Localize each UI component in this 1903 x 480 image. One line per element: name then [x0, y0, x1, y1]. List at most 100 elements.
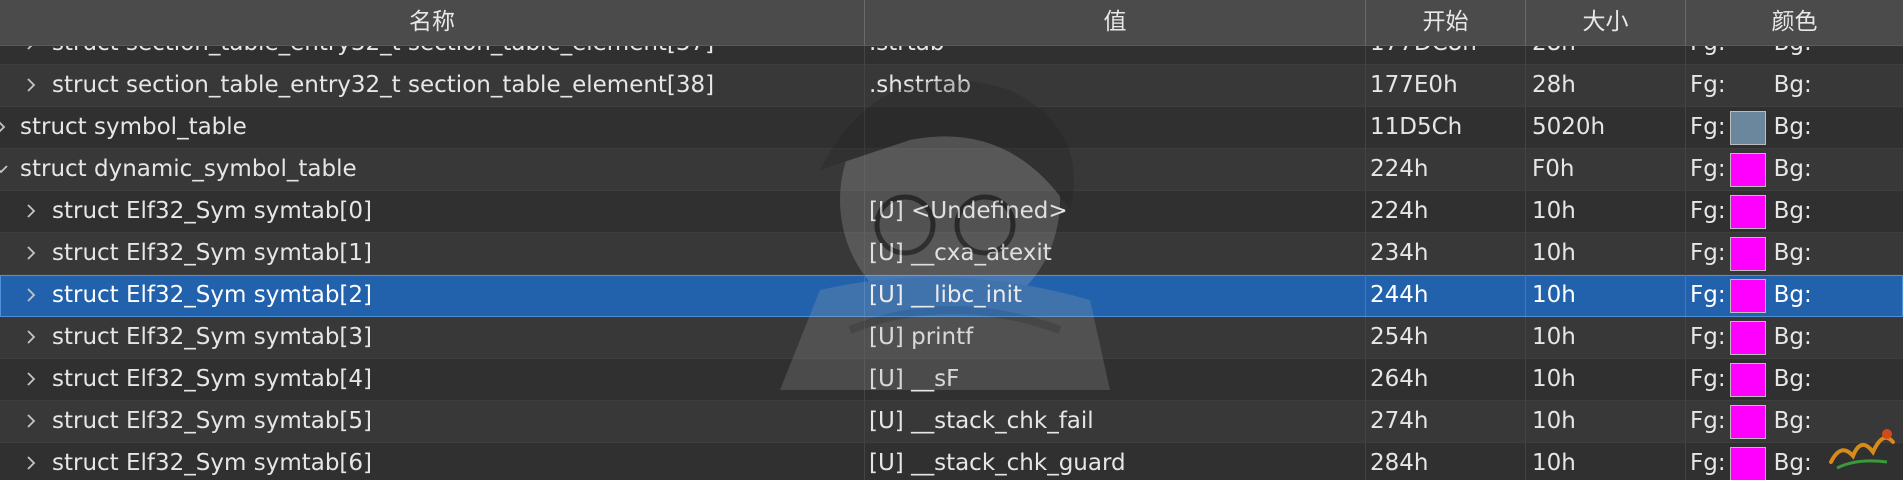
column-header-size[interactable]: 大小 [1526, 0, 1686, 45]
row-start: 264h [1366, 359, 1526, 400]
row-size: 10h [1526, 401, 1686, 442]
template-results-table: 名称 值 开始 大小 颜色 struct section_table_entry… [0, 0, 1903, 480]
column-header-start[interactable]: 开始 [1366, 0, 1526, 45]
column-header-color[interactable]: 颜色 [1686, 0, 1903, 45]
name-cell: struct symbol_table [0, 107, 865, 148]
chevron-right-icon[interactable] [24, 246, 38, 260]
row-size: 10h [1526, 191, 1686, 232]
bg-label: Bg: [1773, 282, 1812, 308]
row-name: struct symbol_table [20, 114, 247, 140]
row-size: 10h [1526, 443, 1686, 480]
name-cell: struct Elf32_Sym symtab[3] [0, 317, 865, 358]
chevron-right-icon[interactable] [24, 330, 38, 344]
row-name: struct Elf32_Sym symtab[2] [52, 282, 373, 308]
name-cell: struct Elf32_Sym symtab[5] [0, 401, 865, 442]
color-cell: Fg: Bg: [1686, 107, 1903, 148]
value-cell: [U] __stack_chk_guard [865, 443, 1366, 480]
row-size: 28h [1526, 65, 1686, 106]
bg-label: Bg: [1773, 72, 1812, 98]
table-row[interactable]: struct Elf32_Sym symtab[0] [U] <Undefined… [0, 191, 1903, 233]
signature-stamp-icon [1829, 429, 1895, 470]
fg-label: Fg: [1690, 114, 1726, 140]
chevron-right-icon[interactable] [24, 414, 38, 428]
chevron-down-icon[interactable] [0, 162, 8, 176]
row-start: 224h [1366, 149, 1526, 190]
fg-color-swatch[interactable] [1729, 320, 1766, 355]
value-cell: [U] <Undefined> [865, 191, 1366, 232]
row-name: struct Elf32_Sym symtab[4] [52, 366, 373, 392]
fg-label: Fg: [1690, 282, 1726, 308]
chevron-right-icon[interactable] [24, 78, 38, 92]
name-cell: struct section_table_entry32_t section_t… [0, 65, 865, 106]
row-value: [U] __stack_chk_guard [869, 450, 1126, 476]
fg-label: Fg: [1690, 240, 1726, 266]
fg-label: Fg: [1690, 450, 1726, 476]
fg-color-swatch[interactable] [1730, 69, 1766, 103]
row-name: struct Elf32_Sym symtab[1] [52, 240, 373, 266]
color-cell: Fg: Bg: [1686, 233, 1903, 274]
row-size: 10h [1526, 317, 1686, 358]
bg-label: Bg: [1773, 114, 1812, 140]
fg-color-swatch[interactable] [1729, 404, 1766, 439]
row-value: [U] printf [869, 324, 974, 350]
row-start: 244h [1366, 275, 1526, 316]
row-start: 234h [1366, 233, 1526, 274]
bg-label: Bg: [1773, 240, 1812, 266]
column-header-value[interactable]: 值 [865, 0, 1366, 45]
row-size: F0h [1526, 149, 1686, 190]
table-body: struct section_table_entry32_t section_t… [0, 23, 1903, 480]
row-name: struct Elf32_Sym symtab[3] [52, 324, 373, 350]
bg-label: Bg: [1773, 408, 1812, 434]
fg-color-swatch[interactable] [1729, 278, 1766, 313]
row-start: 11D5Ch [1366, 107, 1526, 148]
value-cell [865, 107, 1366, 148]
color-cell: Fg: Bg: [1686, 65, 1903, 106]
row-size: 10h [1526, 359, 1686, 400]
table-header: 名称 值 开始 大小 颜色 [0, 0, 1903, 46]
table-row[interactable]: struct dynamic_symbol_table 224h F0h Fg: Bg: [0, 149, 1903, 191]
fg-color-swatch[interactable] [1729, 194, 1766, 229]
fg-color-swatch[interactable] [1729, 362, 1766, 397]
table-row[interactable]: struct Elf32_Sym symtab[2] [U] __libc_ini… [0, 275, 1903, 317]
name-cell: struct Elf32_Sym symtab[0] [0, 191, 865, 232]
fg-color-swatch[interactable] [1729, 236, 1766, 271]
chevron-right-icon[interactable] [24, 372, 38, 386]
table-row[interactable]: struct Elf32_Sym symtab[4] [U] __sF 264h 10… [0, 359, 1903, 401]
row-start: 274h [1366, 401, 1526, 442]
chevron-right-icon[interactable] [0, 120, 8, 134]
row-name: struct Elf32_Sym symtab[5] [52, 408, 373, 434]
row-start: 177E0h [1366, 65, 1526, 106]
name-cell: struct dynamic_symbol_table [0, 149, 865, 190]
table-row[interactable]: struct symbol_table 11D5Ch 5020h Fg: Bg: [0, 107, 1903, 149]
table-row[interactable]: struct section_table_entry32_t section_t… [0, 65, 1903, 107]
row-name: struct dynamic_symbol_table [20, 156, 357, 182]
color-cell: Fg: Bg: [1686, 317, 1903, 358]
chevron-right-icon[interactable] [24, 204, 38, 218]
fg-color-swatch[interactable] [1729, 446, 1766, 480]
row-value: [U] __sF [869, 366, 960, 392]
fg-label: Fg: [1690, 324, 1726, 350]
value-cell: [U] __libc_init [865, 275, 1366, 316]
value-cell: [U] printf [865, 317, 1366, 358]
color-cell: Fg: Bg: [1686, 275, 1903, 316]
fg-label: Fg: [1690, 72, 1726, 98]
row-start: 284h [1366, 443, 1526, 480]
color-cell: Fg: Bg: [1686, 149, 1903, 190]
fg-label: Fg: [1690, 156, 1726, 182]
value-cell [865, 149, 1366, 190]
table-row[interactable]: struct Elf32_Sym symtab[1] [U] __cxa_atex… [0, 233, 1903, 275]
bg-label: Bg: [1773, 198, 1812, 224]
row-value: .shstrtab [869, 72, 972, 98]
column-header-name[interactable]: 名称 [0, 0, 865, 45]
chevron-right-icon[interactable] [24, 288, 38, 302]
value-cell: [U] __sF [865, 359, 1366, 400]
table-row[interactable]: struct Elf32_Sym symtab[5] [U] __stack_ch… [0, 401, 1903, 443]
row-size: 10h [1526, 233, 1686, 274]
fg-color-swatch[interactable] [1729, 152, 1766, 187]
table-row[interactable]: struct Elf32_Sym symtab[3] [U] printf 254h… [0, 317, 1903, 359]
chevron-right-icon[interactable] [24, 456, 38, 470]
fg-label: Fg: [1690, 366, 1726, 392]
fg-color-swatch[interactable] [1729, 110, 1766, 145]
bg-label: Bg: [1773, 324, 1812, 350]
table-row[interactable]: struct Elf32_Sym symtab[6] [U] __stack_ch… [0, 443, 1903, 480]
